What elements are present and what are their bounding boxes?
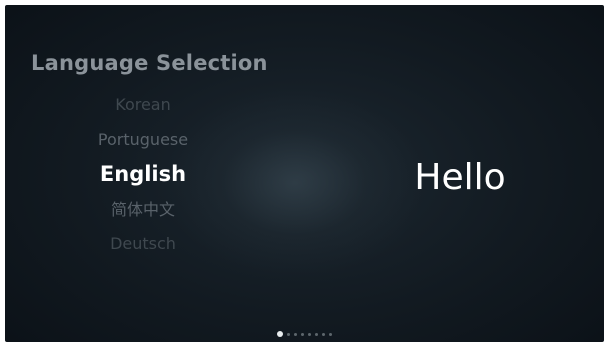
page-dot-7[interactable] <box>322 332 325 336</box>
language-option-portuguese[interactable]: Portuguese <box>5 128 281 152</box>
page-indicator <box>5 330 604 338</box>
device-frame: Language Selection Korean Portuguese Eng… <box>0 0 609 347</box>
language-option-english[interactable]: English <box>5 162 281 186</box>
language-option-korean[interactable]: Korean <box>5 93 281 117</box>
page-dot-5[interactable] <box>308 332 311 336</box>
page-dot-2[interactable] <box>287 332 290 336</box>
language-option-deutsch[interactable]: Deutsch <box>5 232 281 256</box>
page-dot-4[interactable] <box>301 332 304 336</box>
page-dot-6[interactable] <box>315 332 318 336</box>
page-dot-3[interactable] <box>294 332 297 336</box>
language-selection-screen: Language Selection Korean Portuguese Eng… <box>5 5 604 342</box>
greeting-preview: Hello <box>414 157 506 198</box>
language-option-simplified-chinese[interactable]: 简体中文 <box>5 198 281 222</box>
page-dot-1[interactable] <box>277 331 283 337</box>
language-picker-list[interactable]: Korean Portuguese English 简体中文 Deutsch <box>5 5 285 342</box>
page-dot-8[interactable] <box>329 332 332 336</box>
